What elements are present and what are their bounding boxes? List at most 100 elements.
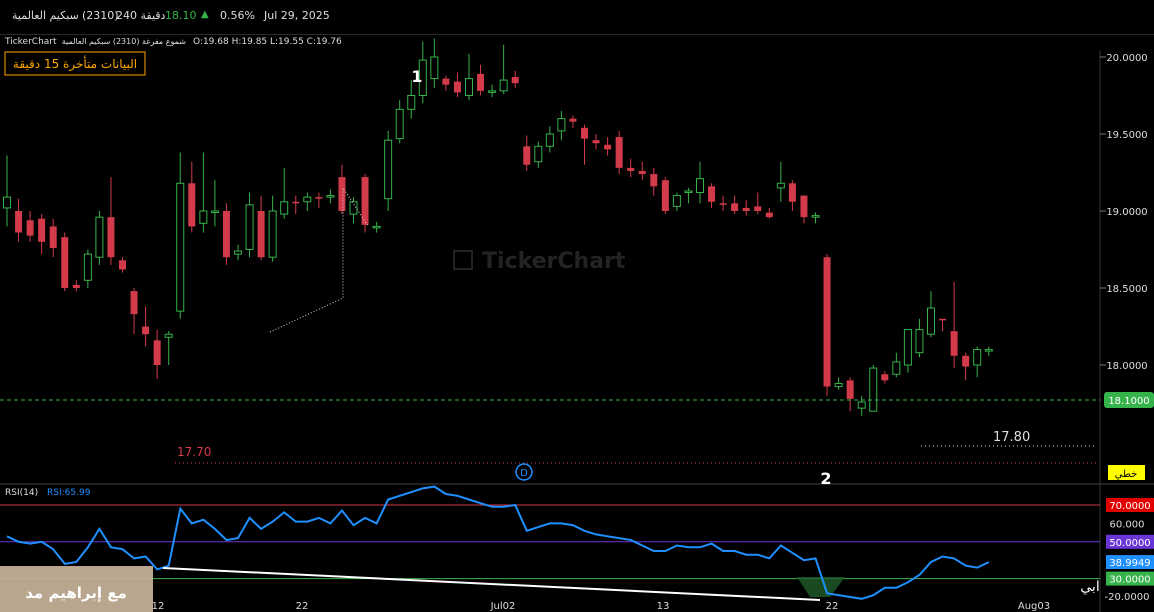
candle-body bbox=[119, 260, 126, 270]
dividend-marker-label: D bbox=[520, 468, 528, 479]
candle-body bbox=[892, 361, 901, 375]
label-low-left: 17.70 bbox=[177, 445, 211, 459]
symbol-code: (2310) bbox=[82, 9, 119, 22]
candle-body bbox=[338, 177, 346, 211]
candle-body bbox=[650, 174, 658, 187]
interval-label[interactable]: 240 دقيقة bbox=[116, 9, 165, 22]
rsi-axis-label: 60.000 bbox=[1110, 519, 1145, 530]
candle-body bbox=[488, 90, 497, 93]
candle-body bbox=[107, 217, 115, 258]
current-price-label: 18.1000 bbox=[1108, 396, 1149, 407]
candle-body bbox=[477, 73, 485, 91]
x-tick-label: Aug03 bbox=[1018, 601, 1050, 612]
candle-body bbox=[811, 215, 820, 218]
candle-body bbox=[315, 197, 323, 199]
candle-body bbox=[222, 211, 230, 258]
candle-body bbox=[361, 177, 369, 225]
candle-body bbox=[869, 367, 878, 412]
candle-body bbox=[38, 218, 46, 242]
up-arrow-icon: ▲ bbox=[201, 9, 209, 20]
candle-body bbox=[465, 78, 473, 97]
candle-body bbox=[581, 127, 588, 139]
y-tick-label: 18.5000 bbox=[1106, 284, 1147, 295]
candle-body bbox=[615, 137, 623, 168]
candle-body bbox=[164, 333, 173, 338]
candle-body bbox=[915, 329, 924, 354]
candle-body bbox=[292, 201, 300, 204]
header-bar: سبكيم العالمية (2310) 240 دقيقة 18.10 ▲ … bbox=[0, 0, 1154, 35]
candle-body bbox=[927, 307, 935, 335]
candle-body bbox=[534, 145, 543, 163]
rsi-axis-label: 70.0000 bbox=[1109, 501, 1150, 512]
candle-body bbox=[834, 382, 843, 388]
brand-label: TickerChart bbox=[4, 37, 57, 47]
candle-body bbox=[950, 331, 958, 356]
candle-body bbox=[199, 210, 208, 224]
change-percent: 0.56% bbox=[220, 9, 255, 22]
candle-body bbox=[557, 118, 566, 132]
candle-body bbox=[453, 81, 461, 93]
candle-body bbox=[661, 180, 669, 211]
rsi-value: RSI:65.99 bbox=[47, 488, 91, 498]
candle-body bbox=[638, 170, 646, 175]
candle-body bbox=[569, 118, 577, 122]
candle-body bbox=[280, 201, 289, 215]
candle-body bbox=[592, 140, 600, 144]
candle-body bbox=[511, 77, 519, 84]
candle-body bbox=[245, 204, 254, 250]
wave-label-1: 1 bbox=[411, 67, 422, 86]
candle-body bbox=[939, 318, 947, 321]
candle-body bbox=[719, 203, 727, 205]
y-tick-label: 19.0000 bbox=[1106, 207, 1147, 218]
candle-body bbox=[303, 196, 312, 203]
rsi-axis-label: 38.9949 bbox=[1109, 558, 1150, 569]
wave-label-2: 2 bbox=[820, 469, 831, 488]
symbol-name[interactable]: سبكيم العالمية bbox=[12, 9, 79, 22]
candle-body bbox=[765, 212, 773, 218]
candle-body bbox=[130, 291, 138, 315]
candle-body bbox=[973, 349, 982, 366]
candle-body bbox=[604, 144, 612, 150]
quote-date: Jul 29, 2025 bbox=[264, 9, 330, 22]
candle-body bbox=[857, 401, 866, 409]
candle-body bbox=[846, 380, 854, 399]
candle-body bbox=[523, 146, 531, 165]
y-tick-label: 19.5000 bbox=[1106, 130, 1147, 141]
candle-body bbox=[3, 196, 11, 209]
candle-body bbox=[742, 207, 750, 211]
candle-body bbox=[349, 201, 358, 215]
candle-body bbox=[684, 190, 693, 194]
candle-body bbox=[234, 250, 242, 255]
bottom-overlay-text: مع إبراهيم مد bbox=[25, 584, 126, 602]
candle-body bbox=[430, 56, 439, 80]
candle-body bbox=[823, 257, 831, 387]
chart-background bbox=[0, 35, 1154, 612]
candle-body bbox=[407, 95, 416, 110]
candle-body bbox=[372, 225, 381, 229]
candle-body bbox=[442, 78, 450, 85]
candle-body bbox=[499, 79, 508, 92]
last-price: 18.10 bbox=[165, 9, 197, 22]
candle-body bbox=[188, 183, 196, 227]
x-tick-label: Jul02 bbox=[490, 601, 516, 612]
candle-body bbox=[83, 253, 92, 281]
candle-body bbox=[395, 108, 404, 140]
candle-body bbox=[627, 167, 635, 171]
candle-body bbox=[153, 340, 161, 365]
watermark-text: TickerChart bbox=[482, 249, 626, 274]
candle-body bbox=[776, 182, 785, 189]
candle-body bbox=[326, 195, 335, 198]
rsi-title: RSI(14) bbox=[5, 488, 38, 498]
candle-body bbox=[268, 210, 277, 258]
candle-body bbox=[984, 349, 993, 352]
rsi-axis-label: 30.0000 bbox=[1109, 575, 1150, 586]
candle-body bbox=[881, 374, 889, 381]
candle-body bbox=[672, 195, 681, 207]
candle-body bbox=[95, 216, 104, 258]
price-chart[interactable]: TickerChart شموع مفرغة (2310) سبكيم العا… bbox=[0, 35, 1154, 612]
label-low-right: 17.80 bbox=[993, 430, 1030, 445]
candle-body bbox=[61, 237, 69, 288]
x-tick-label: 13 bbox=[657, 601, 670, 612]
candle-body bbox=[800, 195, 808, 218]
candle-body bbox=[731, 203, 739, 211]
